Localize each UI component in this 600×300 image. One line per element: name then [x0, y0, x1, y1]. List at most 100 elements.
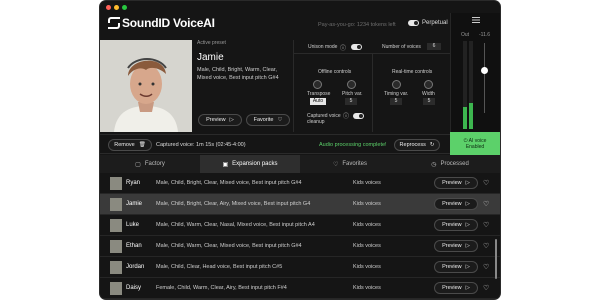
voice-name: Jamie — [126, 201, 143, 207]
unison-row: Unison mode ⓘ Number of voices 6 — [294, 40, 450, 54]
favorite-heart-icon[interactable]: ♡ — [483, 221, 489, 229]
minimize-window-button[interactable] — [114, 5, 119, 10]
remove-label: Remove — [114, 142, 135, 148]
soundid-logo-icon — [108, 17, 120, 29]
favorite-heart-icon[interactable]: ♡ — [483, 284, 489, 292]
cleanup-info-icon[interactable]: ⓘ — [343, 111, 349, 120]
timing-var-label: Timing var. — [384, 91, 409, 97]
pitch-var-knob[interactable] — [347, 80, 356, 89]
offline-controls-title: Offline controls — [318, 69, 352, 75]
tab-expansion-packs[interactable]: ▣ Expansion packs — [200, 155, 300, 173]
preview-button[interactable]: Preview ▷ — [434, 261, 478, 273]
box-icon: ▣ — [222, 161, 229, 168]
heart-icon: ♡ — [332, 161, 339, 168]
favorite-heart-icon[interactable]: ♡ — [483, 242, 489, 250]
voice-name: Jordan — [126, 264, 145, 270]
play-icon: ▷ — [465, 285, 470, 291]
preview-button[interactable]: Preview ▷ — [198, 114, 242, 126]
list-item[interactable]: Ryan Male, Child, Bright, Clear, Mixed v… — [100, 173, 500, 194]
cleanup-toggle[interactable] — [353, 113, 364, 119]
app-logo: SoundID VoiceAI — [108, 16, 215, 30]
tokens-left-text: Pay-as-you-go: 1234 tokens left — [318, 22, 396, 28]
timing-var-knob[interactable] — [392, 80, 401, 89]
heart-icon: ♡ — [277, 117, 283, 123]
remove-button[interactable]: Remove 🗑 — [108, 139, 152, 151]
preview-button[interactable]: Preview ▷ — [434, 240, 478, 252]
unison-label: Unison mode — [308, 44, 338, 50]
list-item[interactable]: Jordan Male, Child, Clear, Head voice, B… — [100, 257, 500, 278]
voice-thumbnail — [110, 198, 122, 211]
preview-label: Preview — [206, 117, 226, 123]
voice-name: Ryan — [126, 180, 141, 186]
width-label: Width — [422, 91, 435, 97]
play-icon: ▷ — [465, 201, 470, 207]
voices-stepper[interactable]: 6 — [427, 43, 441, 50]
voice-name: Luke — [126, 222, 140, 228]
window-controls — [106, 5, 127, 10]
reprocess-button[interactable]: Reprocess ↻ — [394, 139, 440, 151]
play-icon: ▷ — [465, 264, 470, 270]
refresh-icon: ↻ — [429, 142, 435, 148]
voice-category: Kids voices — [353, 285, 381, 291]
list-scrollbar[interactable] — [495, 239, 497, 279]
voice-category: Kids voices — [353, 243, 381, 249]
tab-processed[interactable]: ◷ Processed — [400, 155, 500, 173]
zoom-window-button[interactable] — [122, 5, 127, 10]
pitch-var-value[interactable]: 5 — [345, 98, 357, 105]
preview-button[interactable]: Preview ▷ — [434, 198, 478, 210]
voice-thumbnail — [110, 261, 122, 274]
perpetual-switch[interactable] — [408, 20, 419, 26]
tab-factory[interactable]: ▢ Factory — [100, 155, 200, 173]
voice-category: Kids voices — [353, 180, 381, 186]
timing-var-value[interactable]: 5 — [390, 98, 402, 105]
voice-controls: Unison mode ⓘ Number of voices 6 Offline… — [293, 40, 450, 132]
close-window-button[interactable] — [106, 5, 111, 10]
ai-voice-toggle[interactable]: ⏻ AI voice Enabled — [450, 132, 500, 155]
voice-tags: Female, Child, Warm, Clear, Airy, Best i… — [156, 285, 287, 291]
captured-voice-info: Captured voice: 1m 15s (02:45-4:00) — [156, 142, 246, 148]
output-fader-track[interactable] — [484, 43, 485, 113]
perpetual-label: Perpetual — [422, 20, 448, 26]
favorite-heart-icon[interactable]: ♡ — [483, 200, 489, 208]
preset-name: Jamie — [197, 52, 224, 63]
app-title: SoundID VoiceAI — [122, 16, 215, 30]
list-item[interactable]: Ethan Male, Child, Warm, Clear, Mixed vo… — [100, 236, 500, 257]
tab-favorites[interactable]: ♡ Favorites — [300, 155, 400, 173]
out-value: -11.6 — [479, 32, 491, 38]
play-icon: ▷ — [465, 222, 470, 228]
list-item[interactable]: Daisy Female, Child, Warm, Clear, Airy, … — [100, 278, 500, 299]
favorite-heart-icon[interactable]: ♡ — [483, 263, 489, 271]
level-meter-right — [469, 41, 473, 129]
list-item[interactable]: Jamie Male, Child, Bright, Clear, Airy, … — [100, 194, 500, 215]
perpetual-toggle[interactable]: Perpetual — [408, 20, 448, 26]
favorite-label: Favorite — [253, 117, 274, 123]
preview-button[interactable]: Preview ▷ — [434, 177, 478, 189]
voice-list: Ryan Male, Child, Bright, Clear, Mixed v… — [100, 173, 500, 299]
preset-tags: Male, Child, Bright, Warm, Clear, Mixed … — [197, 67, 279, 81]
voices-label: Number of voices — [382, 44, 421, 50]
app-window: SoundID VoiceAI Pay-as-you-go: 1234 toke… — [100, 1, 500, 299]
transpose-knob[interactable] — [313, 80, 322, 89]
output-fader-handle[interactable] — [481, 67, 488, 74]
width-knob[interactable] — [424, 80, 433, 89]
voice-tags: Male, Child, Warm, Clear, Nasal, Mixed v… — [156, 222, 315, 228]
favorite-heart-icon[interactable]: ♡ — [483, 179, 489, 187]
preview-button[interactable]: Preview ▷ — [434, 219, 478, 231]
voice-name: Daisy — [126, 285, 142, 291]
list-item[interactable]: Luke Male, Child, Warm, Clear, Nasal, Mi… — [100, 215, 500, 236]
voice-tags: Male, Child, Bright, Clear, Airy, Mixed … — [156, 201, 311, 207]
favorite-button[interactable]: Favorite ♡ — [246, 114, 290, 126]
reprocess-label: Reprocess — [399, 142, 426, 148]
menu-icon[interactable] — [472, 17, 480, 23]
voice-thumbnail — [110, 177, 122, 190]
preset-portrait — [100, 40, 192, 132]
info-icon[interactable]: ⓘ — [340, 43, 346, 52]
processing-status: Audio processing complete! — [319, 142, 387, 148]
unison-toggle[interactable] — [351, 44, 362, 50]
transpose-value[interactable]: Auto — [310, 98, 326, 105]
play-icon: ▷ — [465, 243, 470, 249]
preview-button[interactable]: Preview ▷ — [434, 282, 478, 294]
voice-category: Kids voices — [353, 201, 381, 207]
voice-thumbnail — [110, 240, 122, 253]
width-value[interactable]: 5 — [423, 98, 435, 105]
